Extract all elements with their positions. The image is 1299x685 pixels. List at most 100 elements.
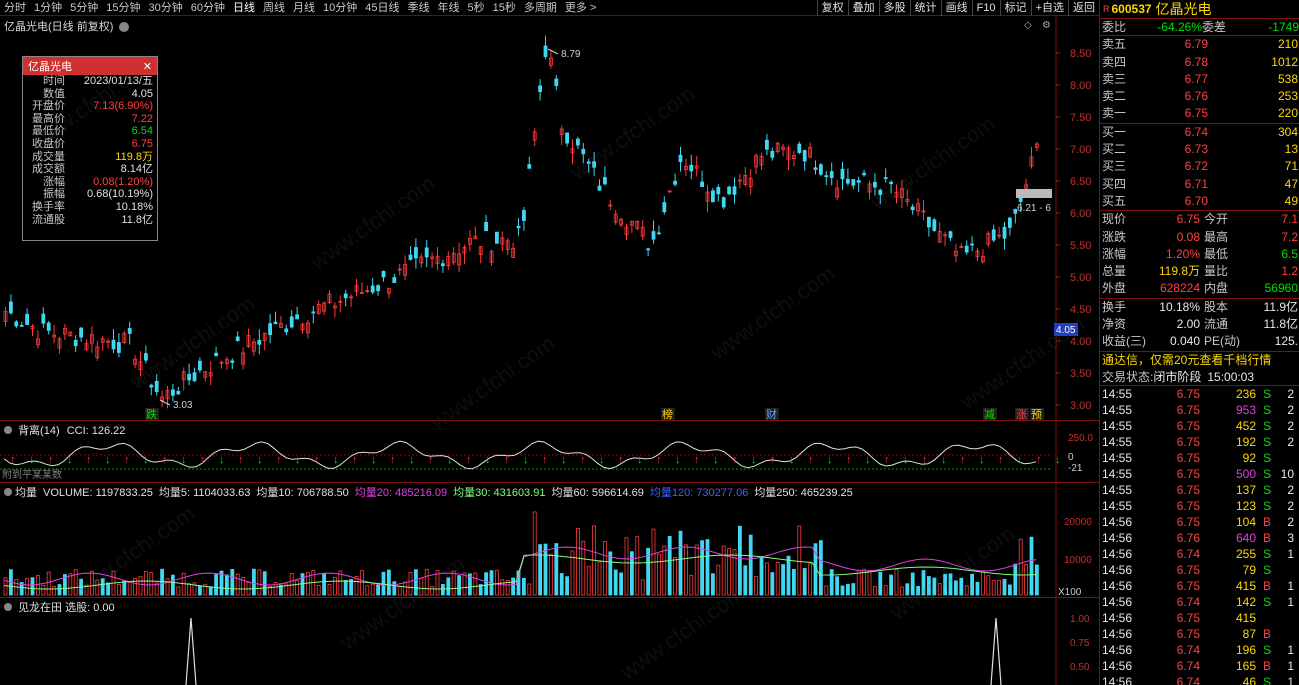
buy-arrow-icon: ↑: [352, 454, 358, 466]
candle-body: [970, 243, 974, 246]
buy-arrow-icon: ↑: [922, 454, 928, 466]
tick-price: 6.75: [1176, 499, 1200, 514]
tick-count: 1: [1287, 659, 1294, 674]
candle-body: [554, 78, 559, 87]
volume-indicator-pane[interactable]: 20000 10000 X100 均量 VOLUME: 1197833.25 均量5: …: [0, 483, 1099, 598]
volume-bar: [1002, 578, 1007, 596]
settings-circle-icon[interactable]: [4, 426, 12, 434]
tool-button[interactable]: +自选: [1030, 0, 1068, 16]
signal-axis-label: 1.00: [1070, 614, 1090, 625]
tick-row: 14:56 6.75 87 B: [1100, 626, 1299, 642]
signal-indicator-pane[interactable]: 1.00 0.75 0.50 见龙在田 选股: 0.00: [0, 598, 1099, 685]
period-tab[interactable]: 年线: [434, 0, 464, 16]
buy-arrow-icon: ↑: [618, 454, 624, 466]
period-tab[interactable]: 15分钟: [102, 0, 144, 16]
cci-name: 背离(14): [18, 425, 60, 437]
candle-body: [657, 232, 661, 235]
tick-list[interactable]: 14:55 6.75 236 S 2 14:55 6.75 953 S 2 14:55 6.75 452…: [1100, 386, 1299, 685]
tick-row: 14:55 6.75 500 S 10: [1100, 466, 1299, 482]
info-value: 10.18%: [115, 200, 153, 213]
level-volume: 71: [1284, 159, 1298, 174]
tick-count: 1: [1287, 595, 1294, 610]
period-tab[interactable]: 10分钟: [319, 0, 361, 16]
tool-button[interactable]: 标记: [999, 0, 1031, 16]
candle-body: [824, 175, 829, 178]
volume-bar: [786, 555, 791, 596]
volume-bar: [716, 564, 721, 596]
info-row: 时间 2023/01/13/五: [23, 75, 157, 88]
tick-time: 14:56: [1102, 643, 1133, 658]
info-key: 收盘价: [32, 137, 65, 150]
kline-chart-svg[interactable]: 8.50 8.00 7.50 7.00 6.50 6.00 5.50 5.00 4.50 4.00…: [0, 16, 1099, 421]
period-tab[interactable]: 60分钟: [187, 0, 229, 16]
period-tab[interactable]: 日线: [229, 0, 259, 16]
volume-bar: [721, 545, 726, 596]
period-tab[interactable]: 30分钟: [145, 0, 187, 16]
promo-row[interactable]: 通达信，仅需20元查看千档行情: [1100, 352, 1299, 369]
sell-arrow-icon: ↓: [143, 454, 149, 466]
tick-volume: 123: [1235, 499, 1256, 514]
tool-button[interactable]: 叠加: [847, 0, 879, 16]
period-tab[interactable]: 5秒: [464, 0, 489, 16]
volume-bar: [462, 572, 467, 596]
period-tab[interactable]: 周线: [259, 0, 289, 16]
period-tab[interactable]: 45日线: [361, 0, 403, 16]
tick-direction: S: [1262, 675, 1271, 685]
gear-icon: ⚙: [1042, 20, 1051, 31]
volume-bar: [408, 572, 413, 596]
sell-arrow-icon: ↓: [181, 454, 187, 466]
tool-button[interactable]: 统计: [909, 0, 941, 16]
candle-body: [522, 210, 526, 221]
tick-row: 14:56 6.74 255 S 1: [1100, 546, 1299, 562]
settings-circle-icon[interactable]: [4, 488, 12, 496]
info-box-rows: 时间 2023/01/13/五 数值 4.05 开盘价 7.13(6.90%) 最高价 7.2…: [23, 75, 157, 226]
period-tab[interactable]: 1分钟: [30, 0, 66, 16]
tick-time: 14:56: [1102, 627, 1133, 642]
kline-chart-pane[interactable]: 8.50 8.00 7.50 7.00 6.50 6.00 5.50 5.00 4.50 4.00…: [0, 16, 1099, 421]
sell-arrow-icon: ↓: [713, 454, 719, 466]
level-volume: 13: [1284, 142, 1298, 157]
candle-body: [235, 336, 240, 341]
volume-bar: [613, 569, 618, 596]
period-tab[interactable]: 季线: [404, 0, 434, 16]
tool-button[interactable]: F10: [971, 0, 1000, 16]
volume-bar: [873, 586, 877, 596]
period-tab[interactable]: 更多 >: [561, 0, 600, 16]
info-value: 7.13(6.90%): [93, 100, 153, 113]
buy-arrow-icon: ↑: [428, 454, 434, 466]
tick-time: 14:55: [1102, 419, 1133, 434]
tool-button[interactable]: 返回: [1068, 0, 1099, 16]
tick-time: 14:55: [1102, 403, 1133, 418]
candle-body: [381, 270, 386, 278]
period-tab[interactable]: 月线: [289, 0, 319, 16]
volume-header: 均量 VOLUME: 1197833.25 均量5: 1104033.63 均量10:…: [4, 484, 859, 500]
info-value: 0.08(1.20%): [93, 175, 153, 188]
tick-direction: S: [1262, 419, 1271, 434]
period-tab[interactable]: 15秒: [489, 0, 520, 16]
volume-bar: [262, 571, 267, 596]
tool-button[interactable]: 复权: [816, 0, 848, 16]
weibi-row: 委比 -64.26% 委差 -1749: [1100, 19, 1299, 37]
period-tab[interactable]: 分时: [0, 0, 30, 16]
tick-volume: 953: [1235, 403, 1256, 418]
ask-row: 卖二 6.76 253: [1100, 88, 1299, 105]
tick-time: 14:55: [1102, 451, 1133, 466]
candle-body: [1008, 217, 1012, 228]
period-tab[interactable]: 5分钟: [66, 0, 102, 16]
promo-text[interactable]: 通达信，仅需20元查看千档行情: [1102, 352, 1271, 369]
buy-arrow-icon: ↑: [884, 454, 890, 466]
close-icon[interactable]: ✕: [143, 60, 152, 73]
tool-button[interactable]: 画线: [940, 0, 972, 16]
tick-price: 6.75: [1176, 419, 1200, 434]
buy-arrow-icon: ↑: [656, 454, 662, 466]
sell-arrow-icon: ↓: [941, 454, 947, 466]
settings-circle-icon[interactable]: [4, 603, 12, 611]
level-volume: 1012: [1271, 54, 1298, 69]
candle-body: [565, 132, 569, 144]
cci-indicator-pane[interactable]: 250.0 0 -21 ↑ ↓ ↑ ↓ ↑ ↓ ↑ ↓ ↑ ↓ ↑ ↓ ↑ ↓ ↑ ↓ ↑ ↓ ↑ ↓ ↑ ↓ ↑ ↓ ↑ ↓ ↑ ↓ ↑ ↓ ↑…: [0, 421, 1099, 483]
settings-circle-icon[interactable]: [119, 22, 130, 33]
volume-bar: [419, 577, 424, 596]
stock-code: 600537: [1111, 2, 1152, 16]
tool-button[interactable]: 多股: [878, 0, 910, 16]
period-tab[interactable]: 多周期: [520, 0, 561, 16]
